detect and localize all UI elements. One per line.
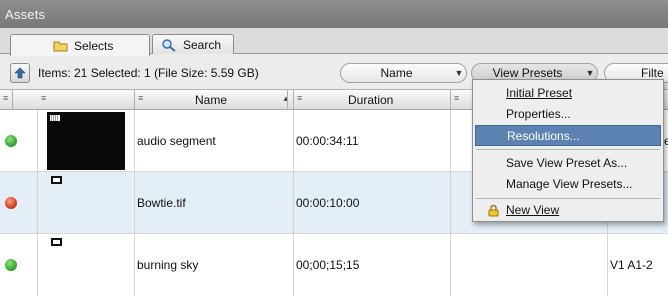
menu-item-new-view[interactable]: New View <box>475 200 661 221</box>
tab-search[interactable]: Search <box>152 34 234 55</box>
assets-panel: { "panel":{"title":"Assets"}, "tabs":[{"… <box>0 0 668 296</box>
up-arrow-icon <box>14 67 26 79</box>
column-name-label: Name <box>195 93 228 107</box>
column-header-thumbnail[interactable]: ≡ <box>38 90 135 110</box>
status-red-icon <box>5 196 17 209</box>
sort-value: Name <box>380 66 413 80</box>
menu-item-manage-view-presets[interactable]: Manage View Presets... <box>475 174 661 195</box>
status-cell <box>0 172 38 233</box>
status-cell <box>0 110 38 171</box>
column-menu-icon: ≡ <box>138 93 144 103</box>
tab-search-label: Search <box>183 38 222 52</box>
status-green-icon <box>5 134 17 147</box>
sort-dropdown[interactable]: Name ▼ <box>340 63 467 83</box>
thumbnail-cell <box>38 172 135 233</box>
menu-separator <box>476 198 660 199</box>
folder-icon <box>53 40 68 52</box>
column-duration-label: Duration <box>348 93 394 107</box>
chevron-down-icon: ▼ <box>585 68 595 78</box>
menu-item-resolutions[interactable]: Resolutions... <box>475 125 661 146</box>
cell-5 <box>451 234 608 296</box>
name-cell: audio segment <box>135 110 294 171</box>
tab-selects[interactable]: Selects <box>10 34 150 56</box>
panel-title: Assets <box>0 0 668 28</box>
up-level-button[interactable] <box>10 63 30 83</box>
view-presets-label: View Presets <box>492 66 563 80</box>
filter-label: Filte <box>641 66 664 80</box>
image-clip-icon <box>51 176 62 184</box>
magnifier-icon <box>161 38 177 52</box>
column-menu-icon: ≡ <box>41 93 47 103</box>
items-summary: Items: 21 Selected: 1 (File Size: 5.59 G… <box>38 66 259 80</box>
menu-item-save-view-preset[interactable]: Save View Preset As... <box>475 153 661 174</box>
view-presets-menu: Initial Preset Properties... Resolutions… <box>472 79 664 222</box>
thumbnail-cell <box>38 234 135 296</box>
name-cell: Bowtie.tif <box>135 172 294 233</box>
thumbnail-image <box>47 112 125 170</box>
cell-6: V1 A1-2 <box>610 258 653 272</box>
column-menu-icon: ≡ <box>297 93 303 103</box>
menu-item-initial-preset[interactable]: Initial Preset <box>475 83 661 104</box>
column-header-status[interactable]: ≡ <box>0 90 13 110</box>
status-green-icon <box>5 259 17 271</box>
chevron-down-icon: ▼ <box>454 68 464 78</box>
name-cell: burning sky <box>135 234 294 296</box>
thumbnail-cell <box>38 110 135 171</box>
menu-separator <box>476 149 660 150</box>
column-menu-icon: ≡ <box>3 93 9 103</box>
sort-ascending-icon: ▲ <box>282 94 290 103</box>
video-clip-icon <box>51 238 62 246</box>
column-header-duration[interactable]: ≡ Duration <box>294 90 451 110</box>
tab-strip: Selects Search <box>0 28 668 56</box>
audio-clip-icon <box>50 115 60 121</box>
menu-item-properties[interactable]: Properties... <box>475 104 661 125</box>
column-menu-icon: ≡ <box>454 93 460 103</box>
tab-selects-label: Selects <box>74 38 114 53</box>
table-row[interactable]: burning sky 00;00;15;15 V1 A1-2 <box>0 234 668 296</box>
status-cell <box>0 234 38 296</box>
duration-cell: 00;00;15;15 <box>294 234 451 296</box>
lock-icon <box>488 204 499 217</box>
duration-cell: 00:00:34:11 <box>294 110 451 171</box>
column-header-name[interactable]: ≡ Name ▲ <box>135 90 294 110</box>
duration-cell: 00:00:10:00 <box>294 172 451 233</box>
